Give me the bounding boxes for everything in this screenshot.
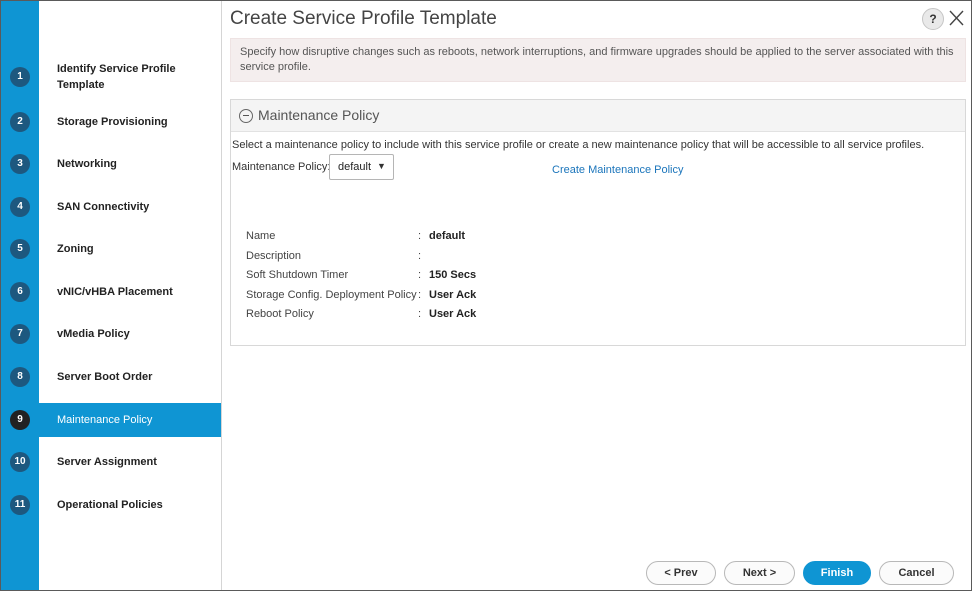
step-number: 4 (10, 197, 30, 217)
step-vnic-vhba-placement[interactable]: 6 vNIC/vHBA Placement (1, 275, 221, 309)
panel-description: Select a maintenance policy to include w… (232, 139, 925, 151)
step-label: Operational Policies (57, 499, 163, 511)
step-label: Maintenance Policy (57, 414, 153, 426)
prop-separator: : (418, 289, 422, 301)
step-label: Identify Service Profile Template (57, 63, 176, 91)
step-number: 7 (10, 324, 30, 344)
step-number: 6 (10, 282, 30, 302)
step-label: Zoning (57, 243, 94, 255)
step-vmedia-policy[interactable]: 7 vMedia Policy (1, 317, 221, 351)
step-operational-policies[interactable]: 11 Operational Policies (1, 488, 221, 522)
step-label: Server Assignment (57, 456, 157, 468)
prop-value-soft-shutdown-timer: 150 Secs (429, 269, 477, 281)
help-button[interactable]: ? (922, 8, 944, 30)
cancel-button[interactable]: Cancel (879, 561, 954, 585)
prop-label-soft-shutdown-timer: Soft Shutdown Timer (246, 269, 349, 281)
step-identify-template[interactable]: 1 Identify Service Profile Template (1, 54, 221, 100)
dialog-title: Create Service Profile Template (230, 8, 497, 29)
step-label: SAN Connectivity (57, 201, 150, 213)
step-number: 1 (10, 67, 30, 87)
prev-button[interactable]: < Prev (646, 561, 716, 585)
step-maintenance-policy[interactable]: 9 Maintenance Policy (10, 403, 221, 437)
step-server-boot-order[interactable]: 8 Server Boot Order (1, 360, 221, 394)
prop-value-reboot-policy: User Ack (429, 308, 477, 320)
step-server-assignment[interactable]: 10 Server Assignment (1, 445, 221, 479)
step-label: vMedia Policy (57, 328, 130, 340)
prop-label-name: Name (246, 230, 276, 242)
step-number: 8 (10, 367, 30, 387)
maintenance-policy-panel: Maintenance Policy Select a maintenance … (230, 99, 966, 346)
step-number: 5 (10, 239, 30, 259)
prop-label-description: Description (246, 250, 302, 262)
dropdown-arrow-icon: ▼ (377, 161, 386, 171)
maintenance-policy-label: Maintenance Policy: (232, 161, 331, 173)
panel-header[interactable]: Maintenance Policy (231, 100, 965, 132)
step-number: 10 (10, 452, 30, 472)
step-label: vNIC/vHBA Placement (57, 286, 173, 298)
maintenance-policy-select[interactable]: default ▼ (329, 154, 394, 180)
prop-separator: : (418, 308, 422, 320)
prop-value-name: default (429, 230, 466, 242)
finish-button[interactable]: Finish (803, 561, 871, 585)
create-maintenance-policy-link[interactable]: Create Maintenance Policy (552, 164, 683, 176)
step-number: 3 (10, 154, 30, 174)
step-storage-provisioning[interactable]: 2 Storage Provisioning (1, 105, 221, 139)
step-number: 9 (10, 410, 30, 430)
step-networking[interactable]: 3 Networking (1, 147, 221, 181)
next-button[interactable]: Next > (724, 561, 795, 585)
wizard-steps-nav: 1 Identify Service Profile Template 2 St… (1, 1, 222, 590)
prop-label-storage-config: Storage Config. Deployment Policy (246, 289, 417, 301)
dialog-window: 1 Identify Service Profile Template 2 St… (0, 0, 972, 591)
prop-separator: : (418, 230, 422, 242)
step-label: Networking (57, 158, 117, 170)
step-label: Storage Provisioning (57, 116, 168, 128)
panel-title: Maintenance Policy (258, 107, 380, 123)
step-label: Server Boot Order (57, 371, 153, 383)
select-value: default (338, 161, 372, 173)
info-text: Specify how disruptive changes such as r… (240, 46, 954, 73)
step-san-connectivity[interactable]: 4 SAN Connectivity (1, 190, 221, 224)
step-zoning[interactable]: 5 Zoning (1, 232, 221, 266)
prop-value-storage-config: User Ack (429, 289, 477, 301)
collapse-icon[interactable] (239, 109, 253, 123)
step-number: 2 (10, 112, 30, 132)
prop-label-reboot-policy: Reboot Policy (246, 308, 314, 320)
info-banner: Specify how disruptive changes such as r… (230, 38, 966, 82)
close-icon[interactable] (947, 7, 967, 29)
prop-separator: : (418, 269, 422, 281)
prop-separator: : (418, 250, 422, 262)
step-number: 11 (10, 495, 30, 515)
